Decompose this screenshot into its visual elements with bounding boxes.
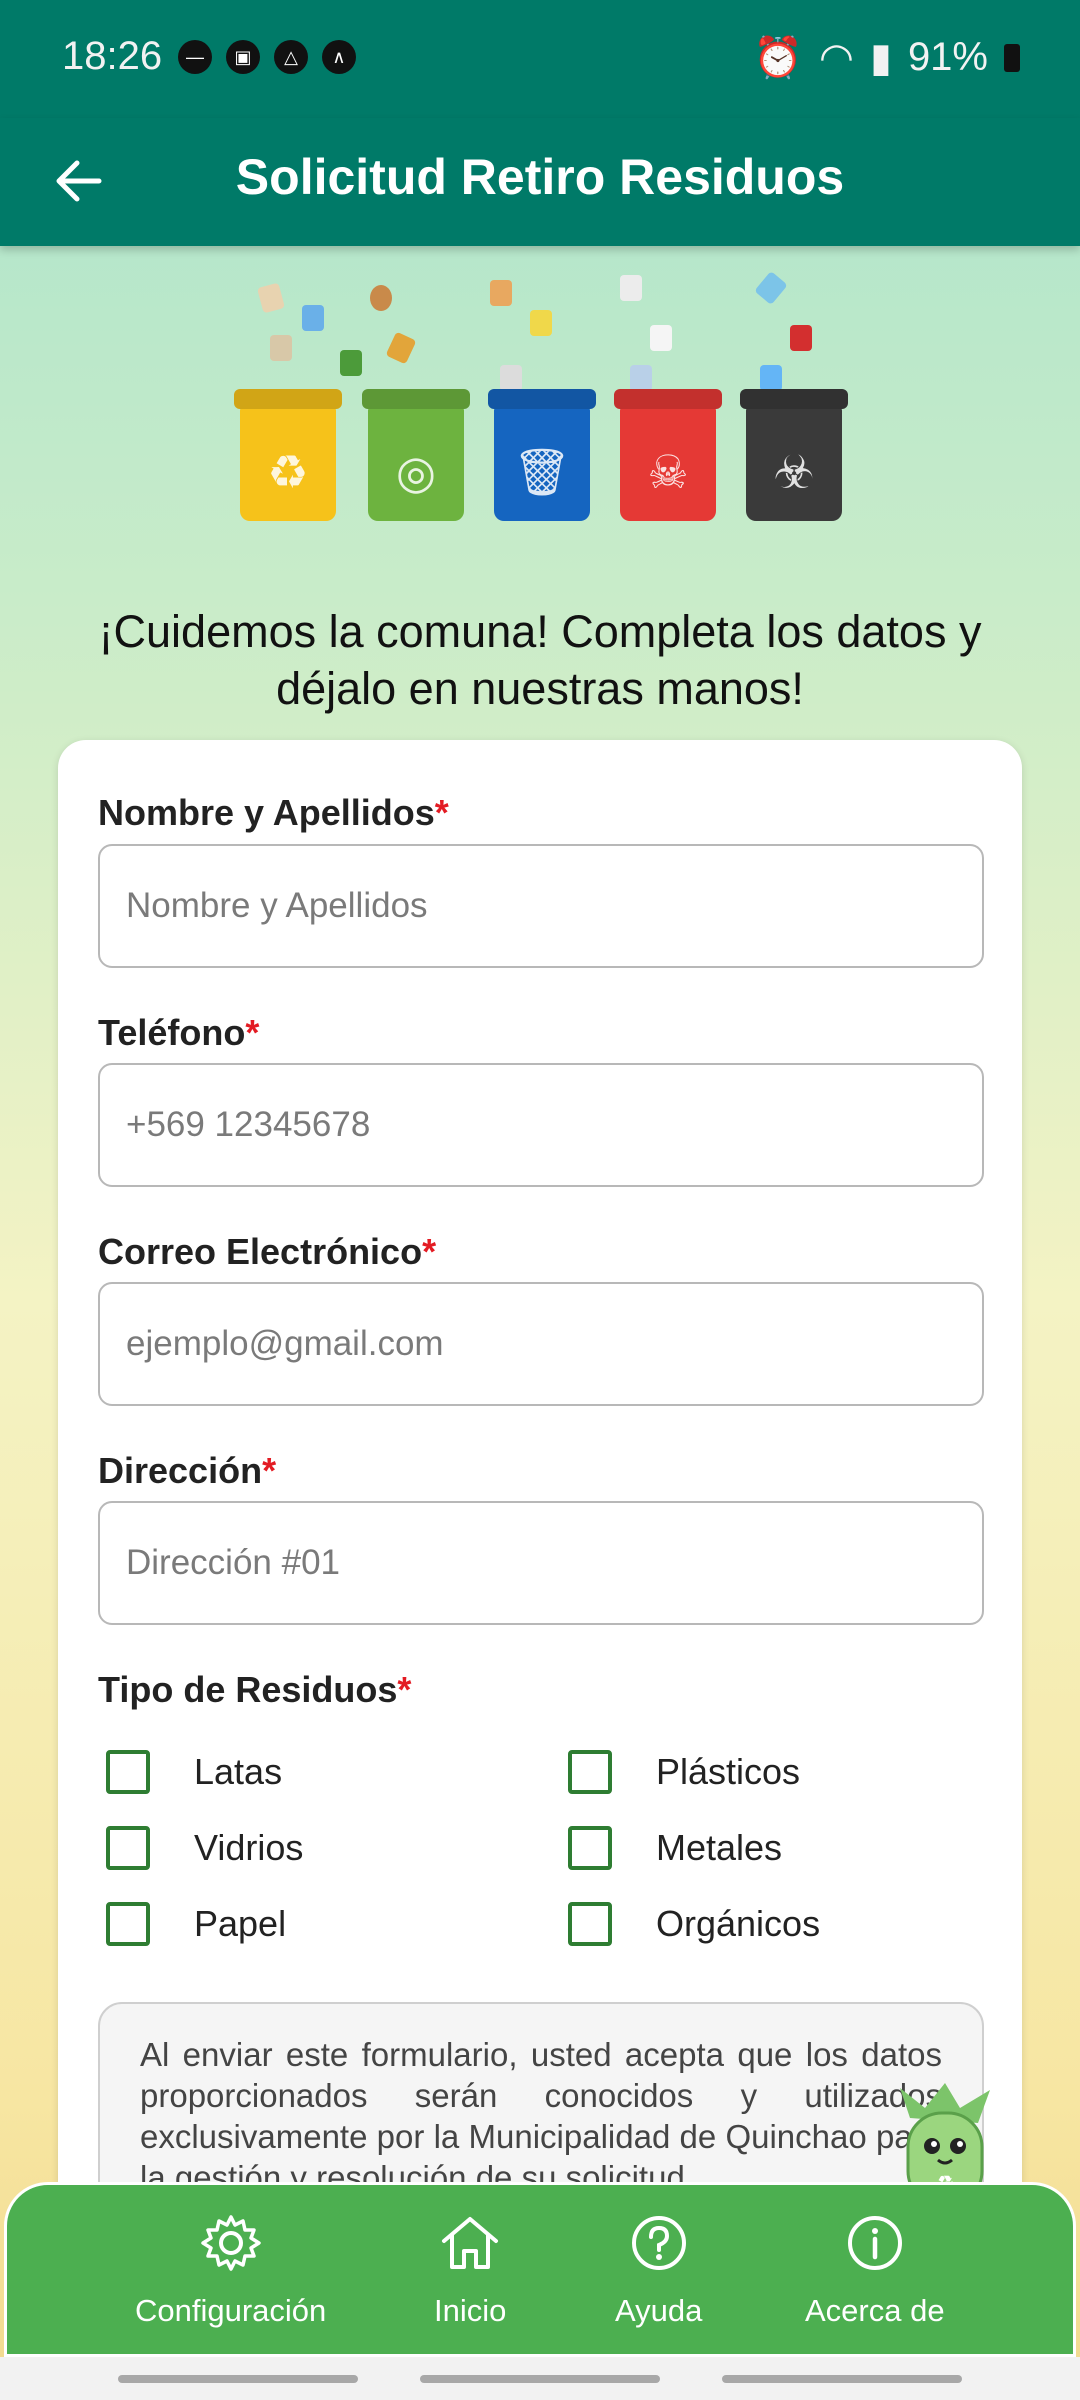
address-input[interactable]	[98, 1501, 984, 1625]
organic-icon: ◎	[395, 446, 437, 498]
checkbox-box[interactable]	[106, 1750, 150, 1794]
wifi-icon: ◠	[819, 35, 854, 80]
email-label: Correo Electrónico*	[98, 1231, 437, 1272]
help-icon	[631, 2216, 686, 2270]
name-label: Nombre y Apellidos*	[98, 792, 449, 833]
plastic-cup-icon	[500, 365, 522, 391]
paper-icon	[257, 282, 285, 314]
phone-input[interactable]	[98, 1063, 984, 1187]
checkbox-organicos[interactable]: Orgánicos	[568, 1902, 820, 1946]
status-time: 18:26	[62, 34, 163, 78]
banana-icon	[385, 331, 417, 365]
bag-icon	[490, 280, 512, 306]
battery-icon	[1004, 43, 1020, 72]
recents-gesture[interactable]	[118, 2375, 358, 2383]
battery-level: 91%	[907, 35, 988, 79]
bottom-navigation: Configuración Inicio Ayuda Acerca de	[4, 2182, 1076, 2357]
nav-ayuda[interactable]: Ayuda	[615, 2211, 702, 2329]
page-title: Solicitud Retiro Residuos	[235, 149, 845, 205]
blue-bin: 🗑	[494, 405, 590, 521]
container-icon	[650, 325, 672, 351]
checkbox-box[interactable]	[568, 1826, 612, 1870]
nav-configuracion[interactable]: Configuración	[135, 2211, 326, 2329]
syringe-icon	[754, 270, 788, 306]
app-bar: Solicitud Retiro Residuos	[0, 118, 1080, 246]
home-gesture[interactable]	[420, 2375, 660, 2383]
checkbox-vidrios[interactable]: Vidrios	[106, 1826, 303, 1870]
checkbox-box[interactable]	[568, 1750, 612, 1794]
system-status: ⏰ ◠ ▮ 91%	[753, 34, 1020, 81]
recycle-icon: ♻	[267, 446, 309, 498]
nav-acerca-de[interactable]: Acerca de	[805, 2211, 945, 2329]
trash-person-icon: 🗑	[512, 446, 572, 498]
gallery-icon: ▣	[226, 40, 260, 74]
biohazard-icon: ☣	[773, 446, 815, 498]
home-icon	[442, 2217, 499, 2269]
app-notification-icon: ∧	[322, 40, 356, 74]
info-icon	[847, 2216, 902, 2270]
jug-icon	[620, 275, 642, 301]
do-not-disturb-icon: —	[178, 40, 212, 74]
waste-type-label: Tipo de Residuos*	[98, 1669, 412, 1710]
name-input[interactable]	[98, 844, 984, 968]
notification-icons: — ▣ △ ∧	[178, 40, 356, 74]
system-navigation-bar	[0, 2357, 1080, 2400]
checkbox-box[interactable]	[568, 1902, 612, 1946]
headline: ¡Cuidemos la comuna! Completa los datos …	[98, 606, 982, 714]
bottle-icon	[302, 305, 324, 331]
food-icon	[370, 285, 392, 311]
checkbox-papel[interactable]: Papel	[106, 1902, 286, 1946]
address-label: Dirección*	[98, 1450, 277, 1491]
cardboard-icon	[270, 335, 292, 361]
checkbox-box[interactable]	[106, 1826, 150, 1870]
nav-inicio[interactable]: Inicio	[434, 2211, 506, 2329]
can-icon	[630, 365, 652, 391]
checkbox-latas[interactable]: Latas	[106, 1750, 282, 1794]
black-bin: ☣	[746, 405, 842, 521]
checkbox-plasticos[interactable]: Plásticos	[568, 1750, 800, 1794]
plastic-bag-icon	[530, 310, 552, 336]
skull-icon: ☠	[647, 446, 689, 498]
green-bin: ◎	[368, 405, 464, 521]
glove-icon	[760, 365, 782, 391]
checkbox-metales[interactable]: Metales	[568, 1826, 782, 1870]
drive-icon: △	[274, 40, 308, 74]
status-bar: 18:26 — ▣ △ ∧ ⏰ ◠ ▮ 91%	[0, 0, 1080, 118]
alarm-icon: ⏰	[753, 36, 804, 80]
yellow-bin: ♻	[240, 405, 336, 521]
phone-label: Teléfono*	[98, 1012, 260, 1053]
form-card: Nombre y Apellidos* Teléfono* Correo Ele…	[58, 740, 1022, 2300]
blood-bag-icon	[790, 325, 812, 351]
recycling-bins-illustration: ♻ ◎ 🗑 ☠ ☣	[230, 255, 850, 525]
checkbox-box[interactable]	[106, 1902, 150, 1946]
signal-icon: ▮	[869, 35, 892, 80]
red-bin: ☠	[620, 405, 716, 521]
email-input[interactable]	[98, 1282, 984, 1406]
gear-icon	[200, 2215, 261, 2271]
leaf-icon	[340, 350, 362, 376]
back-gesture[interactable]	[722, 2375, 962, 2383]
